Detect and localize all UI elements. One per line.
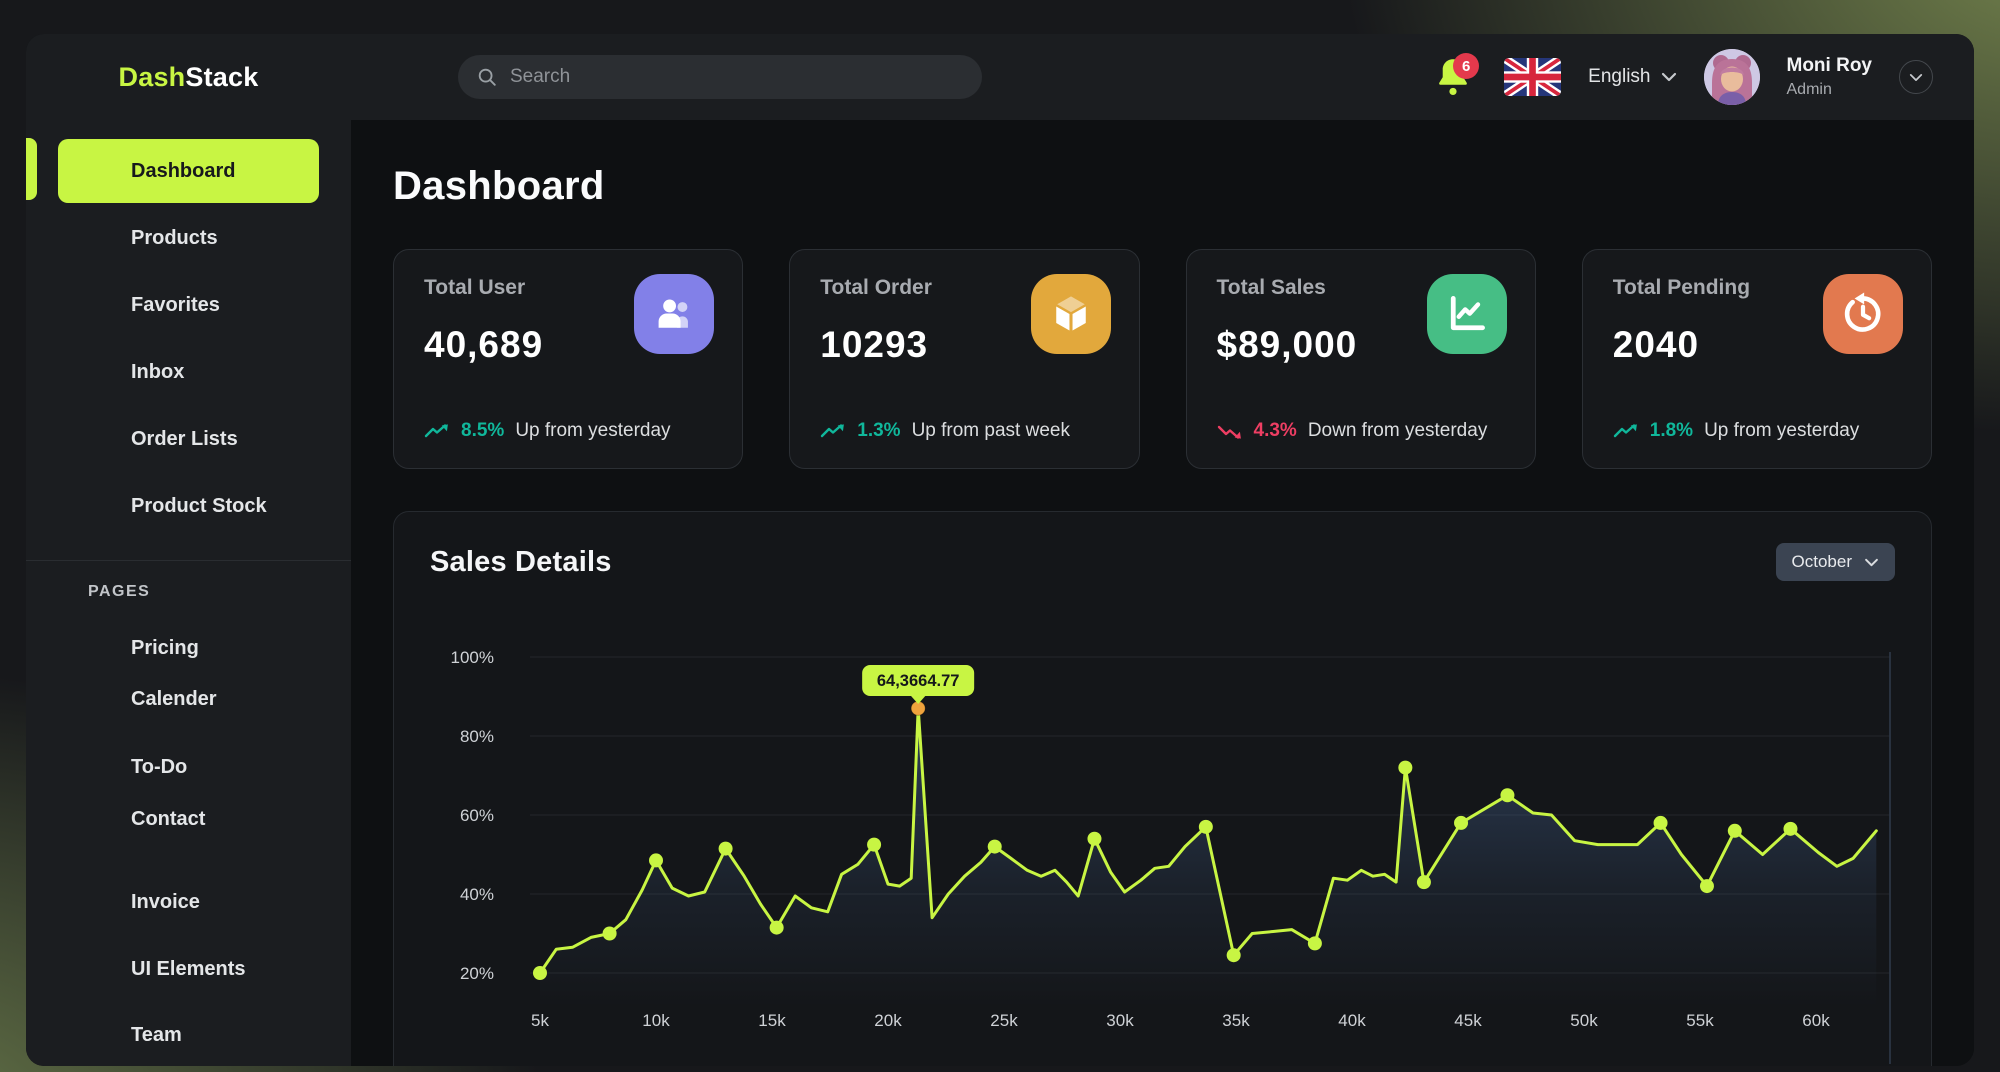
svg-text:5k: 5k — [531, 1011, 549, 1030]
sidebar-divider — [26, 560, 351, 561]
sidebar-item-calender[interactable]: Calender — [58, 674, 319, 724]
trend-up-icon — [820, 423, 846, 440]
user-info: Moni Roy Admin — [1787, 54, 1873, 101]
topbar-right-cluster: 6 English — [1435, 49, 1974, 105]
stat-card-total-user: Total User 40,689 — [393, 249, 743, 469]
app-window: DashStack 6 — [26, 34, 1974, 1066]
search-input[interactable] — [510, 66, 964, 88]
trend-value: 8.5% — [461, 420, 504, 442]
svg-text:15k: 15k — [758, 1011, 786, 1030]
trend-up-icon — [1613, 423, 1639, 440]
trend-value: 4.3% — [1254, 420, 1297, 442]
user-role: Admin — [1787, 80, 1873, 100]
trend-text: Up from past week — [912, 420, 1070, 442]
trend-text: Up from yesterday — [515, 420, 670, 442]
svg-text:40k: 40k — [1338, 1011, 1366, 1030]
sidebar-item-dashboard[interactable]: Dashboard — [58, 139, 319, 203]
svg-text:60%: 60% — [460, 806, 494, 825]
sidebar-item-favorites[interactable]: Favorites — [58, 273, 319, 337]
svg-text:30k: 30k — [1106, 1011, 1134, 1030]
sidebar-item-invoice[interactable]: Invoice — [58, 877, 319, 927]
main-content: Dashboard Total User 40,689 — [351, 120, 1974, 1066]
sidebar-item-contact[interactable]: Contact — [58, 794, 319, 844]
svg-text:10k: 10k — [642, 1011, 670, 1030]
language-label: English — [1588, 66, 1650, 88]
trend-row: 1.3% Up from past week — [820, 420, 1070, 442]
month-dropdown[interactable]: October — [1776, 543, 1895, 581]
trend-value: 1.3% — [857, 420, 900, 442]
stat-card-total-sales: Total Sales $89,000 — [1186, 249, 1536, 469]
active-item-indicator — [26, 138, 37, 200]
notification-badge: 6 — [1453, 53, 1479, 79]
sidebar-item-order-lists[interactable]: Order Lists — [58, 407, 319, 471]
month-dropdown-value: October — [1792, 552, 1852, 572]
page-title: Dashboard — [393, 164, 1932, 209]
trend-text: Down from yesterday — [1308, 420, 1488, 442]
sidebar-item-team[interactable]: Team — [58, 1010, 319, 1060]
brand-accent: Dash — [119, 62, 186, 92]
trend-text: Up from yesterday — [1704, 420, 1859, 442]
avatar[interactable] — [1704, 49, 1760, 105]
chevron-down-icon — [1909, 73, 1923, 82]
trend-value: 1.8% — [1650, 420, 1693, 442]
search-bar[interactable] — [458, 55, 982, 99]
trend-up-icon — [424, 423, 450, 440]
brand-logo: DashStack — [26, 62, 351, 93]
svg-text:55k: 55k — [1686, 1011, 1714, 1030]
desktop-frame: DashStack 6 — [0, 0, 2000, 1072]
svg-text:64,3664.77: 64,3664.77 — [877, 672, 960, 690]
user-menu-button[interactable] — [1899, 60, 1933, 94]
svg-text:20k: 20k — [874, 1011, 902, 1030]
sales-line-chart: 100% 80% 60% 40% 20% 5k 10k 15k 20k 25k 30k 35k 40k 4… — [430, 612, 1895, 1064]
sidebar-item-inbox[interactable]: Inbox — [58, 340, 319, 404]
stat-card-total-pending: Total Pending 2040 — [1582, 249, 1932, 469]
history-clock-icon — [1823, 274, 1903, 354]
sidebar-pages-nav: Pricing Calender To-Do Contact Invoice U… — [26, 623, 351, 1060]
brand-rest: Stack — [185, 62, 258, 92]
svg-text:60k: 60k — [1802, 1011, 1830, 1030]
svg-text:80%: 80% — [460, 727, 494, 746]
svg-text:45k: 45k — [1454, 1011, 1482, 1030]
sidebar-item-products[interactable]: Products — [58, 206, 319, 270]
sidebar-main-nav: Dashboard Products Favorites Inbox Order… — [26, 139, 351, 538]
trend-down-icon — [1217, 423, 1243, 440]
sidebar-item-ui-elements[interactable]: UI Elements — [58, 944, 319, 994]
chevron-down-icon — [1864, 558, 1879, 567]
sidebar-item-pricing[interactable]: Pricing — [58, 623, 319, 673]
sidebar-item-todo[interactable]: To-Do — [58, 742, 319, 792]
svg-text:35k: 35k — [1222, 1011, 1250, 1030]
sales-details-card: Sales Details October 100% 80% 60% 40% 20% 5k… — [393, 511, 1932, 1066]
svg-text:50k: 50k — [1570, 1011, 1598, 1030]
language-selector[interactable]: English — [1588, 66, 1676, 88]
svg-text:20%: 20% — [460, 964, 494, 983]
sidebar-item-product-stock[interactable]: Product Stock — [58, 474, 319, 538]
topbar: DashStack 6 — [26, 34, 1974, 120]
svg-text:100%: 100% — [451, 648, 494, 667]
cube-icon — [1031, 274, 1111, 354]
stat-card-total-order: Total Order 10293 — [789, 249, 1139, 469]
search-icon — [476, 66, 498, 88]
svg-text:25k: 25k — [990, 1011, 1018, 1030]
sidebar-section-label: PAGES — [88, 583, 351, 601]
user-name: Moni Roy — [1787, 54, 1873, 78]
trend-row: 1.8% Up from yesterday — [1613, 420, 1860, 442]
sidebar: Dashboard Products Favorites Inbox Order… — [26, 120, 351, 1066]
trend-row: 8.5% Up from yesterday — [424, 420, 671, 442]
sales-chart: 100% 80% 60% 40% 20% 5k 10k 15k 20k 25k 30k 35k 40k 4… — [430, 612, 1895, 1066]
stat-cards-row: Total User 40,689 — [393, 249, 1932, 469]
svg-text:40%: 40% — [460, 885, 494, 904]
line-chart-icon — [1427, 274, 1507, 354]
notifications-button[interactable]: 6 — [1435, 55, 1477, 99]
trend-row: 4.3% Down from yesterday — [1217, 420, 1488, 442]
users-icon — [634, 274, 714, 354]
sales-details-title: Sales Details — [430, 546, 612, 579]
uk-flag-icon[interactable] — [1504, 58, 1561, 96]
chevron-down-icon — [1661, 72, 1677, 82]
